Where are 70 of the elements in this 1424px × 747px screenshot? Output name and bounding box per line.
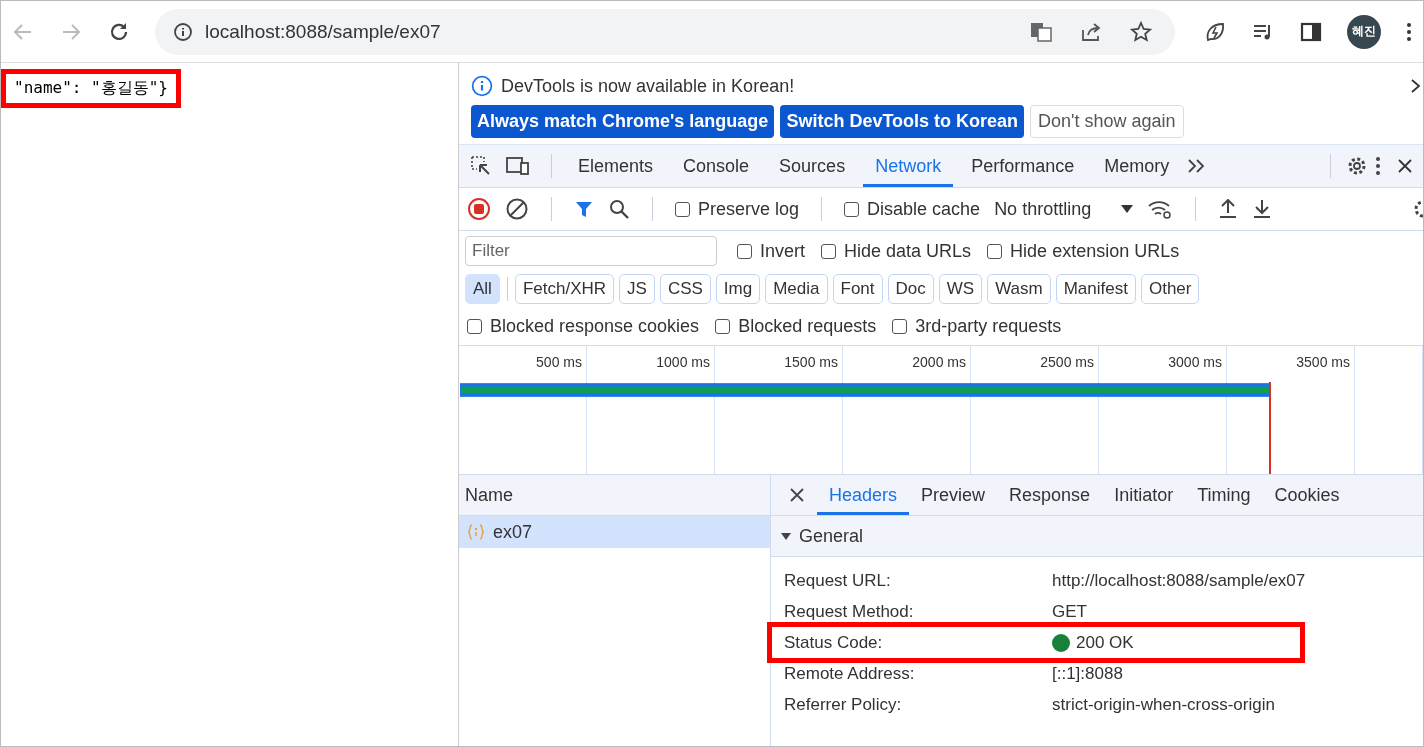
type-filter-chip[interactable]: Img [715,274,761,304]
request-name: ex07 [493,521,533,543]
profile-avatar[interactable]: 혜진 [1347,14,1381,49]
checkbox[interactable]: Blocked requests [715,315,877,337]
header-key: Status Code: [784,632,1052,653]
checkbox[interactable]: Disable cache [844,198,981,220]
address-bar[interactable]: localhost:8088/sample/ex07 [155,8,1175,55]
star-icon[interactable] [1129,19,1153,44]
infobar-button[interactable]: Always match Chrome's language [471,105,775,138]
header-value: GET [1052,601,1087,622]
url-text: localhost:8088/sample/ex07 [205,20,441,43]
search-icon[interactable] [608,198,630,220]
caret-icon [1121,205,1134,213]
checkbox[interactable]: Hide extension URLs [987,240,1180,262]
device-icon[interactable] [505,154,531,178]
checkbox[interactable]: Hide data URLs [821,240,972,262]
checkbox[interactable]: 3rd-party requests [892,315,1062,337]
json-icon [467,524,485,540]
type-filter-chip[interactable]: Fetch/XHR [514,274,615,304]
type-filter-chip[interactable]: All [465,274,500,304]
record-icon[interactable] [467,197,491,221]
header-key: Referrer Policy: [784,694,1052,715]
header-key: Remote Address: [784,663,1052,684]
checkbox[interactable]: Blocked response cookies [467,315,700,337]
header-value: strict-origin-when-cross-origin [1052,694,1275,715]
filter-field[interactable]: Filter [465,236,717,266]
detail-tab[interactable]: Initiator [1102,475,1186,515]
filter-icon[interactable] [574,199,594,219]
checkbox[interactable]: Preserve log [675,198,800,220]
detail-tab[interactable]: Timing [1185,475,1263,515]
upload-icon[interactable] [1218,199,1239,219]
triangle-icon [781,531,791,541]
header-value: http://localhost:8088/sample/ex07 [1052,570,1306,591]
type-filter-chip[interactable]: Media [765,274,828,304]
devtools-tab[interactable]: Network [863,145,954,187]
type-filter-chip[interactable]: CSS [659,274,711,304]
section-header[interactable]: General [771,516,1423,557]
detail-tab[interactable]: Preview [909,475,998,515]
type-filter-chip[interactable]: WS [938,274,983,304]
info-icon[interactable] [173,21,193,42]
type-filter-chip[interactable]: Doc [887,274,934,304]
column-header[interactable]: Name [459,475,770,516]
detail-tab[interactable]: Response [997,475,1103,515]
type-filter-chip[interactable]: Wasm [987,274,1051,304]
clear-icon[interactable] [505,197,529,221]
header-key: Request URL: [784,570,1052,591]
devtools-tab[interactable]: Memory [1092,145,1182,187]
infobar-button[interactable]: Switch DevTools to Korean [780,105,1025,138]
info-icon [471,75,493,97]
wifi-gear-icon[interactable] [1147,199,1174,219]
type-filter-chip[interactable]: JS [619,274,655,304]
type-filter-chip[interactable]: Manifest [1055,274,1136,304]
devtools-tab[interactable]: Elements [566,145,666,187]
infobar-message: DevTools is now available in Korean! [501,75,795,97]
header-value: [::1]:8088 [1052,663,1123,684]
json-text: "name": "홍길동"} [1,69,181,108]
header-value: 200 OK [1076,632,1134,653]
devtools-tab[interactable]: Performance [959,145,1087,187]
throttling-dropdown[interactable]: No throttling [994,198,1092,220]
type-filter-chip[interactable]: Font [832,274,883,304]
checkbox[interactable]: Invert [737,240,806,262]
header-key: Request Method: [784,601,1052,622]
devtools-tab[interactable]: Sources [767,145,858,187]
more-icon[interactable] [1375,156,1381,176]
type-filter-chip[interactable]: Other [1140,274,1200,304]
devtools-tab[interactable]: Console [671,145,762,187]
request-row[interactable]: ex07 [459,516,770,548]
detail-tab[interactable]: Cookies [1262,475,1352,515]
infobar-button[interactable]: Don't show again [1030,105,1184,138]
download-icon[interactable] [1252,199,1273,219]
